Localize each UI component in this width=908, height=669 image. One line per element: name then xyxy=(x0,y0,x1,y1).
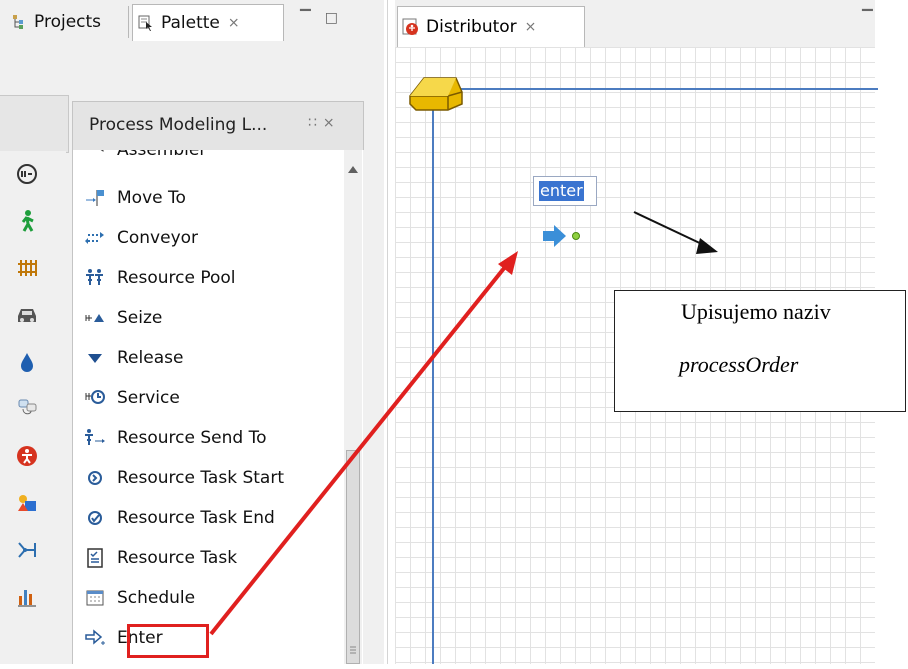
agent-type-icon xyxy=(402,18,420,36)
tab-projects[interactable]: Projects xyxy=(6,6,128,38)
pedestrian-icon[interactable] xyxy=(10,204,44,238)
canvas-x-axis xyxy=(438,88,878,90)
view-divider xyxy=(387,0,388,664)
process-modeling-icon[interactable] xyxy=(10,157,44,191)
layout-icon[interactable]: ∷ xyxy=(308,115,323,131)
palette-item-release[interactable]: Release xyxy=(73,338,345,378)
palette-item-move-to[interactable]: Move To xyxy=(73,178,345,218)
conveyor-icon xyxy=(83,226,107,250)
palette-top-blank xyxy=(0,95,69,153)
service-icon xyxy=(83,386,107,410)
palette-item-resource-task-start[interactable]: Resource Task Start xyxy=(73,458,345,498)
palette-item-resource-task[interactable]: Resource Task xyxy=(73,538,345,578)
element-name-input[interactable]: enter xyxy=(533,176,597,206)
minimize-icon[interactable]: ▔ xyxy=(862,10,873,26)
close-icon[interactable]: ⨯ xyxy=(525,19,537,35)
projects-icon xyxy=(10,13,28,31)
agent-icon[interactable] xyxy=(10,439,44,473)
rail-icon[interactable] xyxy=(10,251,44,285)
tab-projects-label: Projects xyxy=(34,12,102,32)
tab-palette-label: Palette xyxy=(161,13,220,33)
tab-distributor-label: Distributor xyxy=(426,17,517,37)
callout-line2: processOrder xyxy=(679,352,799,377)
tab-distributor[interactable]: Distributor ⨯ xyxy=(397,6,585,47)
enter-icon xyxy=(83,626,107,650)
close-icon[interactable]: ⨯ xyxy=(323,115,341,131)
tab-palette[interactable]: Palette ⨯ xyxy=(132,4,284,41)
palette-item-service[interactable]: Service xyxy=(73,378,345,418)
resource-pool-icon xyxy=(83,266,107,290)
palette-item-resource-send-to[interactable]: Resource Send To xyxy=(73,418,345,458)
view-gap xyxy=(384,0,395,664)
palette-icon xyxy=(137,14,155,32)
seize-icon xyxy=(83,306,107,330)
move-to-icon xyxy=(83,186,107,210)
annotation-highlight-enter xyxy=(127,624,209,658)
tab-separator xyxy=(128,6,129,38)
analysis-icon[interactable] xyxy=(10,580,44,614)
schedule-icon xyxy=(83,586,107,610)
palette-item-schedule[interactable]: Schedule xyxy=(73,578,345,618)
maximize-icon[interactable]: □ xyxy=(325,10,352,26)
resource-send-to-icon xyxy=(83,426,107,450)
palette-item-resource-task-end[interactable]: Resource Task End xyxy=(73,498,345,538)
annotation-callout: Upisujemo naziv processOrder xyxy=(614,290,906,412)
release-icon xyxy=(83,346,107,370)
canvas-y-axis xyxy=(432,90,434,664)
assembler-icon xyxy=(83,150,107,162)
enter-block-icon[interactable] xyxy=(541,222,589,250)
palette-item-conveyor[interactable]: Conveyor xyxy=(73,218,345,258)
scroll-up-icon[interactable] xyxy=(348,166,358,173)
close-icon[interactable]: ⨯ xyxy=(228,15,240,31)
resource-task-end-icon xyxy=(83,506,107,530)
presentation-icon[interactable] xyxy=(10,486,44,520)
resource-task-icon xyxy=(83,546,107,570)
road-traffic-icon[interactable] xyxy=(10,298,44,332)
fluid-icon[interactable] xyxy=(10,345,44,379)
resource-task-start-icon xyxy=(83,466,107,490)
origin-marker-icon[interactable] xyxy=(406,68,464,118)
minimize-icon[interactable]: ▔ xyxy=(300,10,325,26)
scroll-thumb[interactable] xyxy=(346,450,360,664)
palette-drawer-controls[interactable]: ∷⨯ xyxy=(308,115,341,131)
palette-drawer-header[interactable]: Process Modeling L... ∷⨯ xyxy=(72,101,364,150)
palette-item-list: Assembler Move To Conveyor Resource Pool… xyxy=(72,150,363,664)
palette-item-resource-pool[interactable]: Resource Pool xyxy=(73,258,345,298)
view-minmax-controls[interactable]: ▔□ xyxy=(300,10,352,26)
palette-scrollbar[interactable] xyxy=(344,150,362,664)
palette-item-seize[interactable]: Seize xyxy=(73,298,345,338)
element-name-selected-text: enter xyxy=(539,181,584,201)
statechart-icon[interactable] xyxy=(10,392,44,426)
palette-drawer-title: Process Modeling L... xyxy=(89,115,268,135)
space-markup-icon[interactable] xyxy=(10,533,44,567)
callout-line1: Upisujemo naziv xyxy=(681,299,831,324)
palette-item-enter[interactable]: Enter xyxy=(73,618,345,658)
palette-item-assembler[interactable]: Assembler xyxy=(73,150,345,170)
